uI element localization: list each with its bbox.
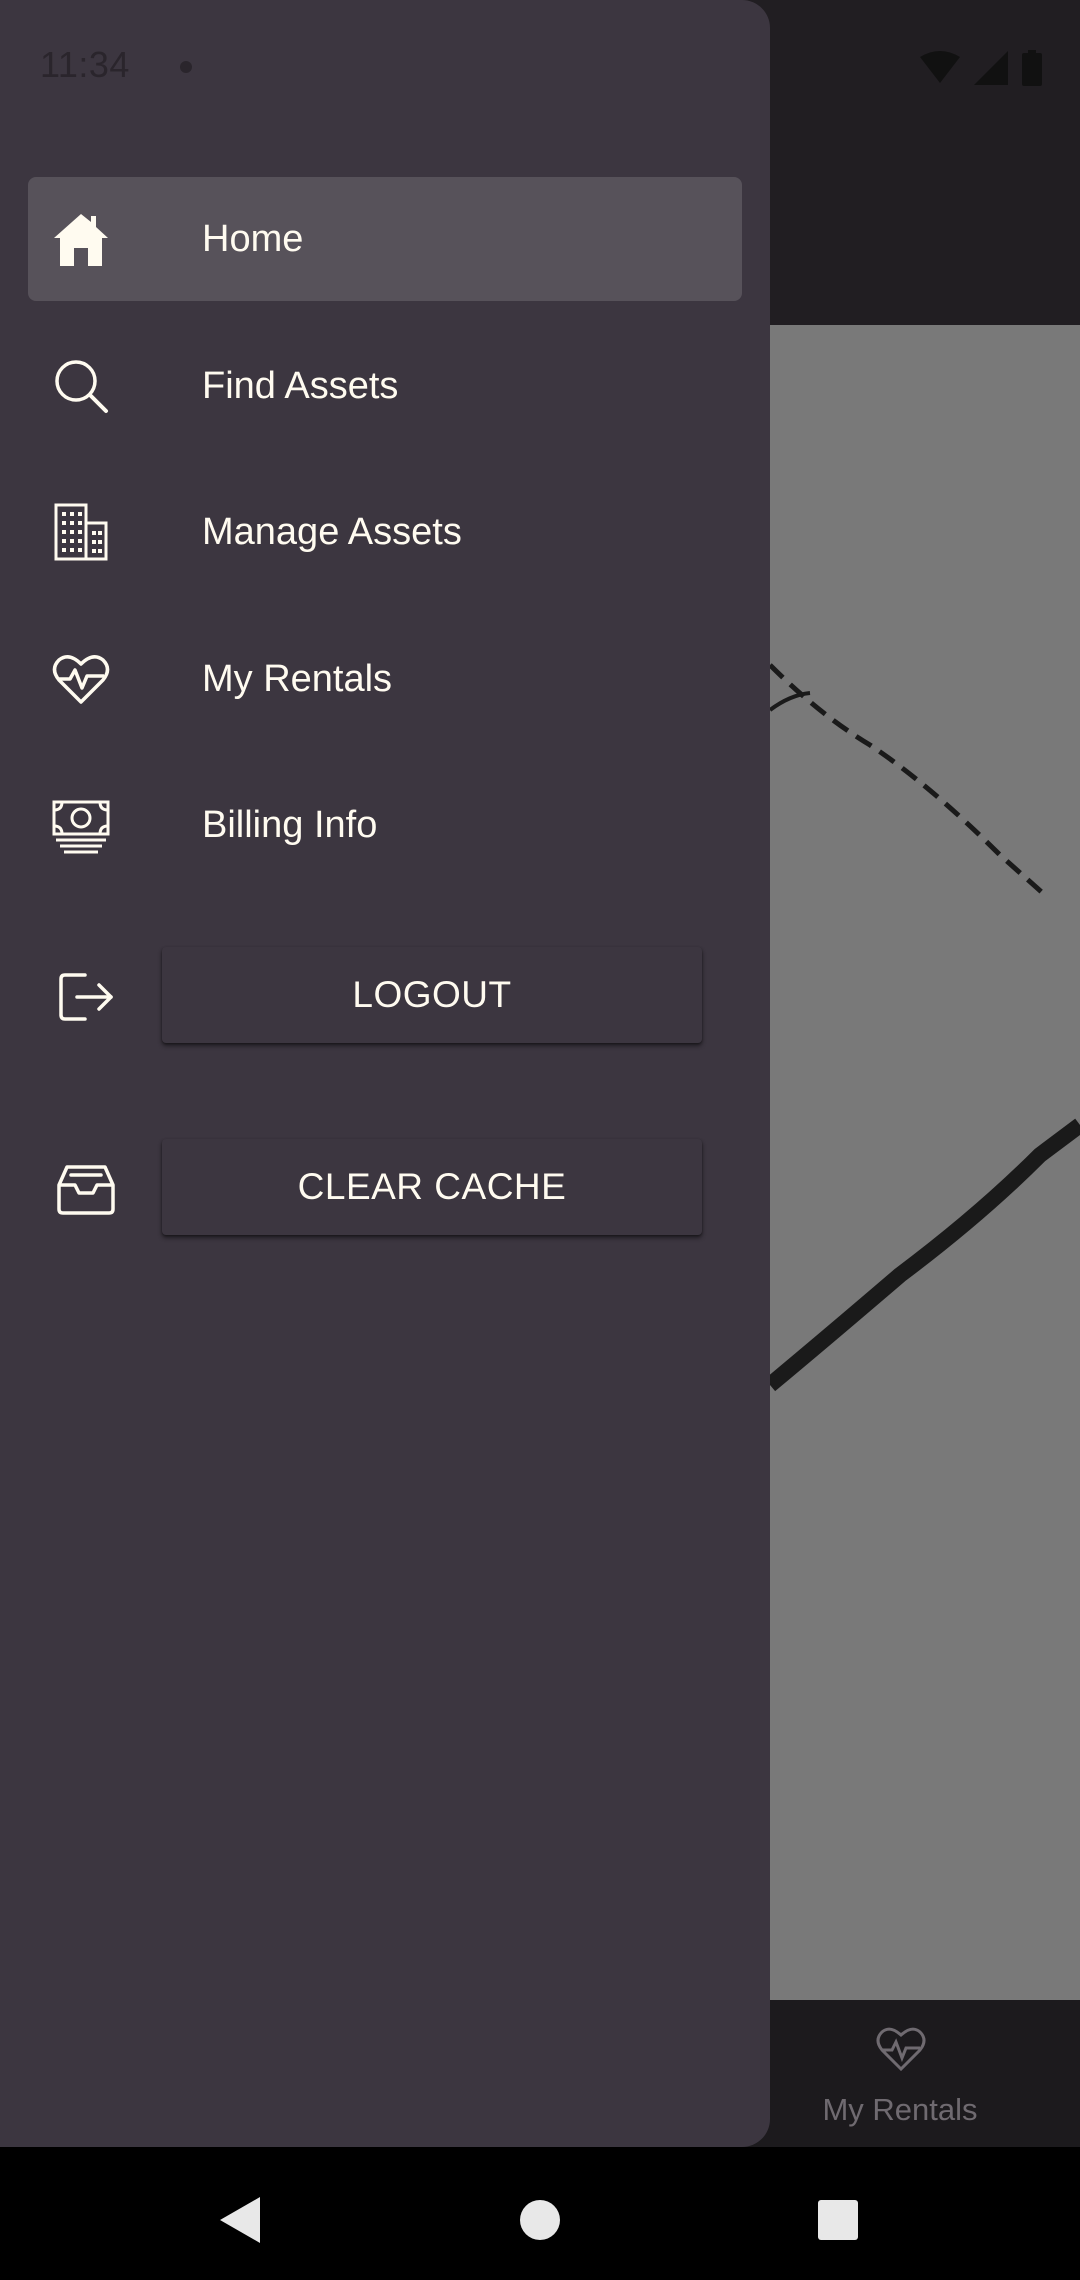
drawer-item-my-rentals[interactable]: My Rentals	[28, 617, 742, 741]
battery-icon	[1022, 50, 1042, 86]
building-icon	[52, 503, 110, 561]
inbox-tray-icon	[56, 1161, 116, 1217]
screen: My Rentals 11:34 Home Find Assets Manage…	[0, 0, 1080, 2280]
drawer-item-find-assets[interactable]: Find Assets	[28, 324, 742, 448]
status-time: 11:34	[40, 44, 130, 85]
logout-button[interactable]: LOGOUT	[162, 947, 702, 1043]
drawer-item-label: Billing Info	[202, 803, 378, 846]
home-circle-icon	[520, 2200, 560, 2240]
recents-icon	[818, 2200, 858, 2240]
drawer-item-billing-info[interactable]: Billing Info	[28, 763, 742, 887]
drawer-item-manage-assets[interactable]: Manage Assets	[28, 470, 742, 594]
clear-cache-button[interactable]: CLEAR CACHE	[162, 1139, 702, 1235]
bottom-nav-my-rentals[interactable]: My Rentals	[780, 2092, 1020, 2128]
signal-icon	[974, 51, 1008, 85]
back-icon	[220, 2197, 260, 2243]
status-icons	[920, 50, 1042, 86]
money-icon	[52, 796, 110, 854]
heart-pulse-icon	[52, 650, 110, 708]
drawer-item-label: Find Assets	[202, 364, 399, 407]
drawer-item-label: Manage Assets	[202, 510, 462, 553]
navigation-drawer: 11:34 Home Find Assets Manage Assets My …	[0, 0, 770, 2147]
drawer-item-label: My Rentals	[202, 657, 393, 700]
search-icon	[52, 357, 110, 415]
notification-dot	[180, 61, 192, 73]
drawer-item-label: Home	[202, 217, 304, 260]
recents-button[interactable]	[808, 2190, 868, 2250]
back-button[interactable]	[210, 2190, 270, 2250]
logout-icon	[56, 969, 116, 1025]
home-button[interactable]	[510, 2190, 570, 2250]
logout-row: LOGOUT	[0, 947, 770, 1047]
wifi-icon	[920, 51, 960, 83]
clear-cache-row: CLEAR CACHE	[0, 1139, 770, 1239]
home-icon	[52, 210, 110, 268]
heart-pulse-icon	[876, 2027, 926, 2072]
drawer-item-home[interactable]: Home	[28, 177, 742, 301]
